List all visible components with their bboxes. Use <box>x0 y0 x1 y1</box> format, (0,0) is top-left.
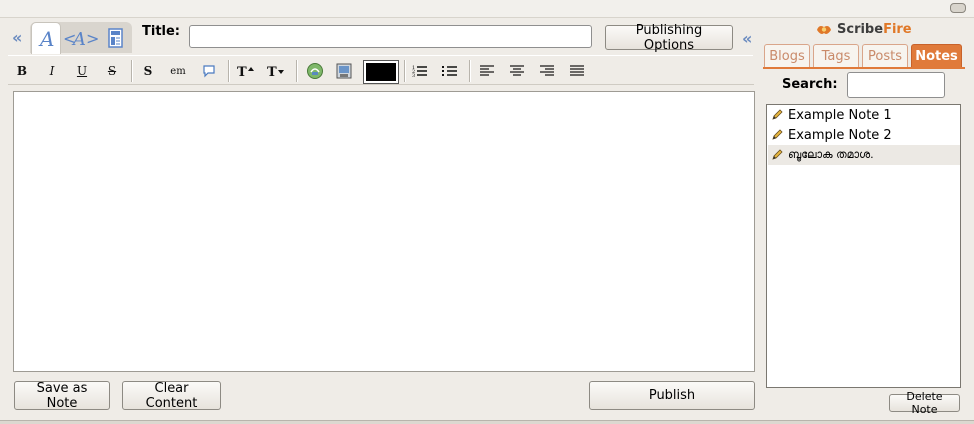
html-mode-tab[interactable]: < A > <box>61 22 99 53</box>
editor-mode-tabs: A < A > <box>30 22 132 54</box>
title-label: Title: <box>142 24 181 39</box>
link-icon <box>307 63 323 79</box>
list-item[interactable]: Example Note 2 <box>768 125 960 145</box>
html-code-icon: < A > <box>63 29 98 49</box>
ordered-list-icon: 1 2 3 <box>412 65 427 78</box>
align-left-icon <box>480 65 494 76</box>
publish-button[interactable]: Publish <box>589 381 755 410</box>
align-center-button[interactable] <box>505 60 529 82</box>
align-left-button[interactable] <box>475 60 499 82</box>
list-item[interactable]: Example Note 1 <box>768 105 960 125</box>
emphasis-button[interactable]: em <box>166 60 190 82</box>
notes-list[interactable]: Example Note 1 Example Note 2 ബൂലോക തമാശ… <box>766 104 961 388</box>
tab-posts[interactable]: Posts <box>862 44 908 68</box>
underline-button[interactable]: U <box>70 60 94 82</box>
svg-text:A: A <box>38 28 54 50</box>
svg-text:T: T <box>267 65 277 78</box>
preview-mode-tab[interactable] <box>102 22 130 53</box>
publishing-options-button[interactable]: Publishing Options <box>605 23 733 53</box>
tab-blogs[interactable]: Blogs <box>764 44 810 68</box>
speech-bubble-icon <box>203 65 215 78</box>
align-center-icon <box>510 65 524 76</box>
toolbar-separator <box>131 60 133 82</box>
preview-page-icon <box>108 27 123 48</box>
bold-button[interactable]: B <box>10 60 34 82</box>
formatting-toolbar: B I U S S em T T 1 2 3 <box>8 55 753 86</box>
delete-note-button[interactable]: Delete Note <box>889 390 960 416</box>
toolbar-separator <box>469 60 471 82</box>
text-color-picker[interactable] <box>363 60 399 84</box>
note-label: Example Note 1 <box>788 107 892 123</box>
insert-link-button[interactable] <box>303 60 327 82</box>
double-chevron-left-icon[interactable]: « <box>742 29 752 48</box>
title-input[interactable] <box>189 25 592 48</box>
tab-tags[interactable]: Tags <box>813 44 859 68</box>
post-body-editor[interactable] <box>13 91 755 372</box>
justify-icon <box>570 65 584 76</box>
list-item[interactable]: ബൂലോക തമാശ. <box>768 145 960 165</box>
svg-text:T: T <box>237 65 247 78</box>
search-label: Search: <box>782 77 838 92</box>
tab-underline <box>763 67 965 69</box>
tab-notes[interactable]: Notes <box>911 44 962 68</box>
pencil-icon <box>772 149 783 160</box>
align-right-icon <box>540 65 554 76</box>
pencil-icon <box>772 109 783 120</box>
toolbar-separator <box>228 60 230 82</box>
note-label: Example Note 2 <box>788 127 892 143</box>
toolbar-separator <box>296 60 298 82</box>
rich-text-icon: A <box>38 28 54 50</box>
increase-font-size-button[interactable]: T <box>234 60 258 82</box>
unordered-list-icon <box>442 66 457 76</box>
toolbar-divider <box>8 84 754 85</box>
notes-search-input[interactable] <box>847 72 945 98</box>
font-size-up-icon: T <box>237 65 254 78</box>
svg-text:>: > <box>86 29 98 48</box>
logo-text-scribe: Scribe <box>837 22 884 37</box>
justify-button[interactable] <box>565 60 589 82</box>
toolbar-separator <box>404 60 406 82</box>
ordered-list-button[interactable]: 1 2 3 <box>408 60 432 82</box>
clear-content-button[interactable]: Clear Content <box>122 381 221 411</box>
scribefire-logo: ScribeFire <box>815 22 912 37</box>
status-bar-edge <box>0 420 974 424</box>
scribefire-logo-icon <box>817 25 831 34</box>
unordered-list-button[interactable] <box>438 60 462 82</box>
blockquote-button[interactable] <box>197 60 221 82</box>
save-as-note-button[interactable]: Save as Note <box>14 381 110 411</box>
insert-image-button[interactable] <box>332 60 356 82</box>
font-size-down-icon: T <box>267 65 284 78</box>
logo-text-fire: Fire <box>883 22 912 37</box>
rich-text-mode-tab[interactable]: A <box>31 22 61 54</box>
note-label: ബൂലോക തമാശ. <box>788 148 874 161</box>
pencil-icon <box>772 129 783 140</box>
sidebar-resize-grip[interactable] <box>950 3 966 13</box>
svg-text:A: A <box>71 29 86 49</box>
text-color-swatch <box>366 63 396 81</box>
strong-button[interactable]: S <box>136 60 160 82</box>
svg-text:3: 3 <box>412 73 415 78</box>
image-icon <box>336 63 352 79</box>
strikethrough-button[interactable]: S <box>100 60 124 82</box>
italic-button[interactable]: I <box>40 60 64 82</box>
decrease-font-size-button[interactable]: T <box>264 60 288 82</box>
align-right-button[interactable] <box>535 60 559 82</box>
top-strip <box>0 0 974 18</box>
double-chevron-left-icon[interactable]: « <box>12 28 22 47</box>
